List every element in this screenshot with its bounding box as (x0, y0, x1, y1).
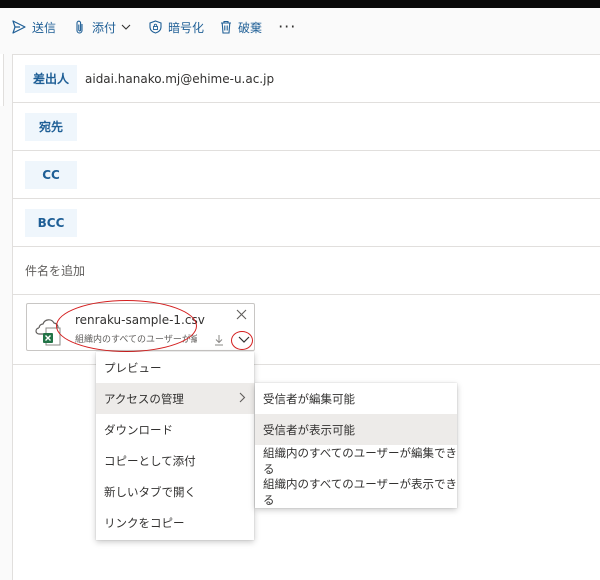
left-pane-edge (0, 54, 4, 106)
submenu-item-recipients-can-edit[interactable]: 受信者が編集可能 (255, 383, 457, 414)
attachment-options-chevron-icon[interactable] (233, 331, 255, 349)
submenu-item-recipients-can-view[interactable]: 受信者が表示可能 (255, 414, 457, 445)
menu-item-manage-access-label: アクセスの管理 (104, 391, 184, 406)
menu-item-manage-access[interactable]: アクセスの管理 (96, 383, 254, 414)
attachment-filename[interactable]: renraku-sample-1.csv (75, 313, 205, 327)
paperclip-icon (76, 20, 83, 34)
encrypt-label: 暗号化 (168, 20, 205, 35)
cc-button[interactable]: CC (25, 160, 77, 189)
menu-item-download[interactable]: ダウンロード (96, 414, 254, 445)
encrypt-button[interactable]: 暗号化 (143, 13, 210, 41)
send-label: 送信 (32, 20, 57, 35)
shield-lock-icon (149, 20, 162, 34)
from-button[interactable]: 差出人 (25, 64, 77, 93)
from-address: aidai.hanako.mj@ehime-u.ac.jp (85, 71, 275, 86)
subject-row: 件名を追加 (13, 247, 600, 295)
excel-cloud-file-icon (35, 319, 61, 346)
bcc-button[interactable]: BCC (25, 208, 77, 237)
submenu-item-org-can-view[interactable]: 組織内のすべてのユーザーが表示できる (255, 476, 457, 507)
chevron-down-icon[interactable] (121, 24, 131, 31)
remove-attachment-icon[interactable] (236, 309, 247, 320)
compose-toolbar: 送信 添付 暗号化 破棄 ··· (0, 8, 600, 46)
send-icon (12, 20, 26, 34)
send-button[interactable]: 送信 (6, 13, 62, 41)
cc-row[interactable]: CC (13, 151, 600, 199)
bcc-row[interactable]: BCC (13, 199, 600, 247)
menu-item-open-new-tab[interactable]: 新しいタブで開く (96, 476, 254, 507)
more-options-button[interactable]: ··· (272, 13, 302, 41)
download-icon[interactable] (214, 334, 224, 346)
to-button[interactable]: 宛先 (25, 112, 77, 141)
window-top-bar (0, 0, 600, 8)
menu-item-attach-as-copy[interactable]: コピーとして添付 (96, 445, 254, 476)
from-row: 差出人 aidai.hanako.mj@ehime-u.ac.jp (13, 55, 600, 103)
chevron-right-icon (239, 392, 246, 403)
to-row[interactable]: 宛先 (13, 103, 600, 151)
submenu-item-org-can-edit[interactable]: 組織内のすべてのユーザーが編集できる (255, 445, 457, 476)
attach-button[interactable]: 添付 (68, 13, 137, 41)
attachment-context-menu: プレビュー アクセスの管理 ダウンロード コピーとして添付 新しいタブで開く リ… (96, 352, 254, 540)
subject-input[interactable]: 件名を追加 (25, 262, 85, 279)
menu-item-copy-link[interactable]: リンクをコピー (96, 507, 254, 538)
attachment-sharing-status: 組織内のすべてのユーザーが編... (75, 335, 197, 345)
discard-button[interactable]: 破棄 (214, 13, 268, 41)
attach-label: 添付 (92, 20, 117, 35)
attachment-card[interactable]: renraku-sample-1.csv 組織内のすべてのユーザーが編... (26, 303, 255, 351)
discard-label: 破棄 (238, 20, 263, 35)
trash-icon (221, 20, 232, 34)
menu-item-preview[interactable]: プレビュー (96, 352, 254, 383)
manage-access-submenu: 受信者が編集可能 受信者が表示可能 組織内のすべてのユーザーが編集できる 組織内… (255, 383, 457, 508)
